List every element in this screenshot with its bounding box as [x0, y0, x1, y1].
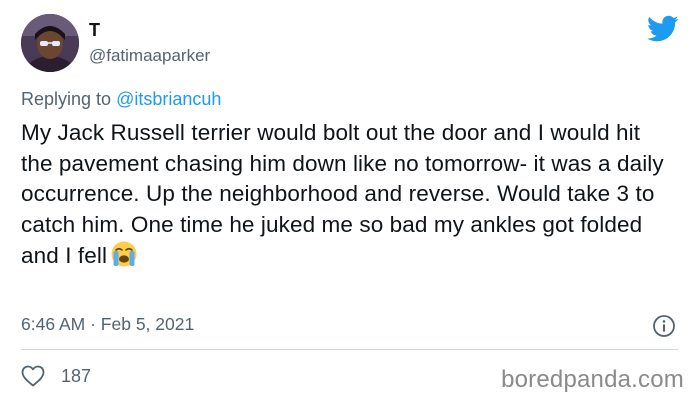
- meta-separator: ·: [90, 314, 96, 334]
- display-name[interactable]: T: [89, 19, 100, 41]
- replying-to: Replying to @itsbriancuh: [21, 87, 221, 111]
- replying-to-label: Replying to: [21, 89, 112, 109]
- info-icon[interactable]: [652, 314, 676, 338]
- user-handle[interactable]: @fatimaaparker: [89, 46, 210, 66]
- avatar-image: [21, 14, 79, 72]
- source-watermark: boredpanda.com: [501, 366, 684, 393]
- twitter-bird-icon[interactable]: [647, 15, 679, 43]
- loudly-crying-face-icon: [110, 240, 138, 268]
- tweet-timestamp[interactable]: 6:46 AM · Feb 5, 2021: [21, 313, 194, 335]
- tweet-date: Feb 5, 2021: [100, 314, 195, 334]
- heart-icon: [21, 365, 45, 387]
- reply-mention-link[interactable]: @itsbriancuh: [116, 89, 221, 109]
- tweet-time: 6:46 AM: [21, 314, 86, 334]
- tweet-text: My Jack Russell terrier would bolt out t…: [21, 118, 671, 272]
- avatar[interactable]: [21, 14, 79, 72]
- divider: [21, 349, 678, 350]
- like-button[interactable]: 187: [21, 365, 91, 387]
- like-count: 187: [61, 366, 92, 386]
